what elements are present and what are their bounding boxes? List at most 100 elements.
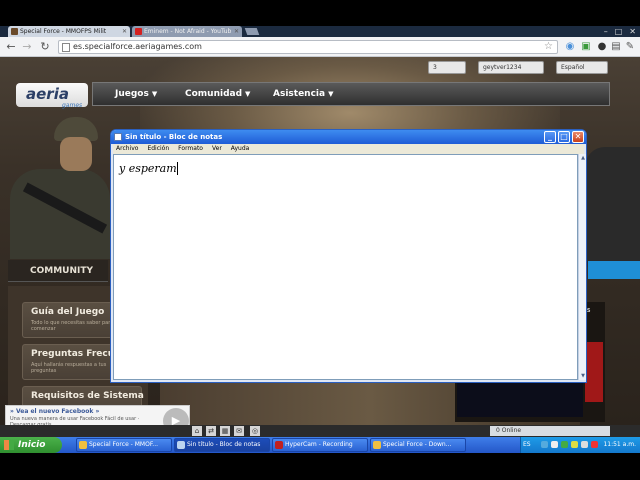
nav-asistencia[interactable]: Asistencia ▼ xyxy=(273,83,333,105)
main-nav: Juegos ▼ Comunidad ▼ Asistencia ▼ xyxy=(92,82,610,106)
tab-label: Special Force - MMOFPS Milit xyxy=(20,28,107,35)
nav-label: Asistencia xyxy=(273,89,326,99)
sidebar-item-title: Requisitos de Sistema xyxy=(31,391,144,401)
network-icon[interactable] xyxy=(541,441,548,448)
nav-label: Comunidad xyxy=(185,89,243,99)
address-url: es.specialforce.aeriagames.com xyxy=(73,42,202,51)
wrench-icon[interactable]: ✎ xyxy=(624,41,636,53)
taskbar-item-hypercam[interactable]: HyperCam - Recording xyxy=(272,438,368,452)
menu-ver[interactable]: Ver xyxy=(212,145,222,152)
username-box[interactable]: geytver1234 xyxy=(478,61,544,74)
language-indicator[interactable]: ES xyxy=(523,437,531,453)
tab-youtube[interactable]: Eminem - Not Afraid - YouTub ✕ xyxy=(132,26,242,37)
maximize-button[interactable]: □ xyxy=(558,131,570,143)
language-label: Español xyxy=(561,64,585,71)
tab-label: Eminem - Not Afraid - YouTub xyxy=(144,28,232,35)
maximize-icon[interactable]: □ xyxy=(615,27,623,36)
notification-count[interactable]: 3 xyxy=(428,61,466,74)
notepad-icon xyxy=(114,133,122,141)
page-icon xyxy=(62,43,70,52)
notepad-menubar: Archivo Edición Formato Ver Ayuda xyxy=(113,144,584,154)
right-panel-accent xyxy=(585,342,603,402)
extension-icon[interactable]: ● xyxy=(596,41,608,53)
close-button[interactable]: ✕ xyxy=(572,131,584,143)
task-label: HyperCam - Recording xyxy=(285,441,353,448)
close-icon[interactable]: ✕ xyxy=(234,26,239,37)
minimize-icon[interactable]: – xyxy=(604,27,608,36)
menu-formato[interactable]: Formato xyxy=(178,145,203,152)
notepad-text-area[interactable]: y esperam​ xyxy=(113,154,578,380)
reload-icon[interactable]: ↻ xyxy=(38,40,52,54)
scroll-up-icon[interactable]: ▲ xyxy=(579,154,587,162)
desktop-screen: Special Force - MMOFPS Milit ✕ Eminem - … xyxy=(0,0,640,480)
logo-subtext: games xyxy=(62,102,83,109)
back-icon[interactable]: ← xyxy=(4,40,18,54)
window-controls: – □ ✕ xyxy=(597,26,636,37)
nav-juegos[interactable]: Juegos ▼ xyxy=(115,83,157,105)
bar-icon[interactable]: ✉ xyxy=(234,426,244,436)
scroll-down-icon[interactable]: ▼ xyxy=(579,372,587,380)
windows-taskbar: Inicio Special Force - MMOF... Sin títul… xyxy=(0,437,640,453)
task-label: Special Force - Down... xyxy=(383,441,452,448)
online-label: 0 Online xyxy=(496,427,522,434)
windows-logo-icon xyxy=(4,440,14,450)
online-status[interactable]: 0 Online xyxy=(490,426,610,436)
task-label: Special Force - MMOF... xyxy=(89,441,159,448)
taskbar-item-special-force[interactable]: Special Force - MMOF... xyxy=(76,438,172,452)
tray-icon[interactable] xyxy=(561,441,568,448)
notepad-title-bar[interactable]: Sin título - Bloc de notas _ □ ✕ xyxy=(111,130,586,144)
language-select[interactable]: Español xyxy=(556,61,608,74)
promo-heading: » Vea el nuevo Facebook » xyxy=(10,408,100,415)
clock[interactable]: 11:51 a.m. xyxy=(603,437,636,453)
site-bottom-bar: ⌂ ⇄ ▦ ✉ ◎ 0 Online xyxy=(0,425,640,437)
bar-icon[interactable]: ◎ xyxy=(250,426,260,436)
blue-banner-button[interactable] xyxy=(588,261,640,279)
address-bar[interactable]: es.specialforce.aeriagames.com ☆ xyxy=(58,40,558,54)
nav-comunidad[interactable]: Comunidad ▼ xyxy=(185,83,250,105)
tray-icon[interactable] xyxy=(551,441,558,448)
browser-toolbar: ← → ↻ es.specialforce.aeriagames.com ☆ ◉… xyxy=(0,37,640,57)
chevron-down-icon: ▼ xyxy=(245,90,251,98)
menu-ayuda[interactable]: Ayuda xyxy=(231,145,250,152)
extension-icon[interactable]: ▣ xyxy=(580,41,592,53)
community-header: COMMUNITY xyxy=(8,260,108,282)
nav-label: Juegos xyxy=(115,89,149,99)
chevron-down-icon: ▼ xyxy=(151,90,158,98)
bar-icon[interactable]: ▦ xyxy=(220,426,230,436)
extension-icon[interactable]: ◉ xyxy=(564,41,576,53)
soldier-artwork-right xyxy=(585,147,640,267)
start-label: Inicio xyxy=(18,440,46,450)
new-tab-button[interactable] xyxy=(244,28,260,35)
close-icon[interactable]: ✕ xyxy=(122,26,127,37)
page-menu-icon[interactable]: ▤ xyxy=(610,41,622,53)
menu-edicion[interactable]: Edición xyxy=(147,145,169,152)
site-user-bar: 3 geytver1234 Español xyxy=(420,61,610,75)
security-icon[interactable] xyxy=(591,441,598,448)
soldier-face xyxy=(60,137,92,171)
window-title: Sin título - Bloc de notas xyxy=(125,133,223,141)
notepad-window: Sin título - Bloc de notas _ □ ✕ Archivo… xyxy=(110,129,587,383)
bar-icon[interactable]: ⌂ xyxy=(192,426,202,436)
vertical-scrollbar[interactable]: ▲ ▼ xyxy=(578,154,586,380)
taskbar-item-notepad[interactable]: Sin título - Bloc de notas xyxy=(174,438,270,452)
count-label: 3 xyxy=(433,64,437,71)
aeria-logo[interactable]: aeria games xyxy=(16,83,88,109)
menu-archivo[interactable]: Archivo xyxy=(116,145,138,152)
taskbar-item-download[interactable]: Special Force - Down... xyxy=(370,438,466,452)
bar-icon[interactable]: ⇄ xyxy=(206,426,216,436)
chrome-icon xyxy=(373,441,381,449)
close-icon[interactable]: ✕ xyxy=(629,27,636,36)
tab-special-force[interactable]: Special Force - MMOFPS Milit ✕ xyxy=(8,26,130,37)
hypercam-icon xyxy=(275,441,283,449)
minimize-button[interactable]: _ xyxy=(544,131,556,143)
sidebar-item-title: Guía del Juego xyxy=(31,307,105,317)
start-button[interactable]: Inicio xyxy=(0,437,62,453)
soldier-artwork xyxy=(0,117,110,259)
task-label: Sin título - Bloc de notas xyxy=(187,441,261,448)
star-icon[interactable]: ☆ xyxy=(544,41,553,53)
browser-tab-strip: Special Force - MMOFPS Milit ✕ Eminem - … xyxy=(0,26,640,37)
chrome-icon xyxy=(79,441,87,449)
forward-icon[interactable]: → xyxy=(20,40,34,54)
volume-icon[interactable] xyxy=(581,441,588,448)
tray-icon[interactable] xyxy=(571,441,578,448)
